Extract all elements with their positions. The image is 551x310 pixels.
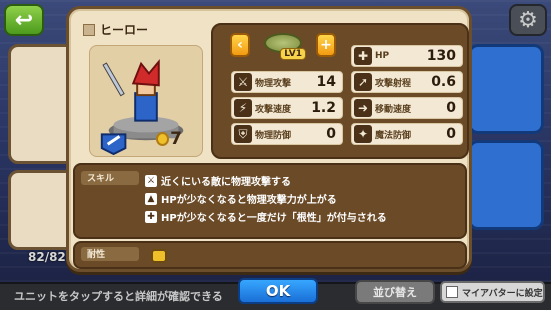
checkbox-icon [446, 286, 458, 298]
skill-sword-icon: ⚔ [145, 174, 157, 187]
level-prev-button[interactable]: ‹ [230, 33, 250, 57]
stat-physical-defense: ⛨ 物理防御 0 [231, 123, 343, 145]
stat-value: 0 [446, 126, 456, 142]
skill-item: ▲ HPが少なくなると物理攻撃力が上がる [145, 191, 337, 206]
settings-button[interactable]: ⚙ [509, 4, 547, 36]
skill-text: HPが少なくなると物理攻撃力が上がる [161, 195, 337, 206]
skill-text: 近くにいる敵に物理攻撃する [161, 177, 291, 188]
skill-text: HPが少なくなると一度だけ「根性」が付与される [161, 213, 387, 224]
unit-name: ヒーロー [100, 23, 149, 37]
myavatar-label: マイアバターに設定 [462, 288, 543, 299]
stat-value: 0.6 [431, 74, 456, 90]
background-side-card [468, 140, 544, 230]
stat-label: 物理攻撃 [255, 78, 292, 89]
skill-up-icon: ▲ [145, 192, 157, 205]
stat-label: 魔法防御 [375, 130, 412, 141]
stat-value: 1.2 [311, 100, 336, 116]
stat-value: 14 [316, 74, 336, 90]
coin-icon [156, 132, 170, 146]
range-icon: ➚ [354, 73, 372, 91]
stat-value: 130 [426, 48, 456, 64]
hp-cross-icon: ✚ [354, 47, 372, 65]
back-arrow-icon: ↩ [14, 7, 34, 33]
speed-icon: ⚡ [234, 99, 252, 117]
sort-button[interactable]: 並び替え [355, 280, 435, 304]
hero-sprite-icon [100, 59, 184, 156]
title-tag-icon [83, 23, 95, 36]
stat-label: 攻撃速度 [255, 104, 292, 115]
level-label: LV1 [280, 48, 306, 60]
trait-panel: 耐性 [73, 241, 467, 269]
level-badge: LV1 [260, 31, 306, 60]
stat-value: 0 [326, 126, 336, 142]
unit-portrait [89, 45, 203, 157]
stat-value: 0 [446, 100, 456, 116]
stat-physical-attack: ⚔ 物理攻撃 14 [231, 71, 343, 93]
rank-badge: 7 [156, 126, 182, 152]
sword-icon: ⚔ [234, 73, 252, 91]
modal-title: ヒーロー [83, 21, 148, 38]
trait-tag: 耐性 [81, 247, 139, 261]
skill-plus-icon: ✚ [145, 210, 157, 223]
move-icon: ➜ [354, 99, 372, 117]
stat-attack-range: ➚ 攻撃射程 0.6 [351, 71, 463, 93]
stat-label: 移動速度 [375, 104, 412, 115]
stat-label: HP [375, 51, 390, 61]
level-next-button[interactable]: + [316, 33, 336, 57]
defense-icon: ⛨ [234, 125, 252, 143]
stat-magic-defense: ✦ 魔法防御 0 [351, 123, 463, 145]
ok-button[interactable]: OK [238, 278, 318, 304]
skill-item: ✚ HPが少なくなると一度だけ「根性」が付与される [145, 209, 387, 224]
stat-attack-speed: ⚡ 攻撃速度 1.2 [231, 97, 343, 119]
unit-detail-modal: ヒーロー 7 ‹ LV1 + ✚ HP 130 ⚔ 物理攻撃 14 ➚ 攻撃射程… [66, 6, 472, 272]
stat-move-speed: ➜ 移動速度 0 [351, 97, 463, 119]
trait-icon [151, 249, 167, 263]
hint-text: ユニットをタップすると詳細が確認できる [14, 290, 223, 303]
level-selector: ‹ LV1 + [230, 31, 336, 60]
stat-label: 攻撃射程 [375, 78, 412, 89]
rank-number: 7 [170, 129, 182, 149]
background-side-card [468, 44, 544, 134]
unit-count: 82/82 [28, 250, 66, 264]
skills-tag: スキル [81, 171, 139, 185]
gear-icon: ⚙ [518, 7, 538, 33]
stat-label: 物理防御 [255, 130, 292, 141]
magic-defense-icon: ✦ [354, 125, 372, 143]
back-button[interactable]: ↩ [4, 4, 44, 36]
set-my-avatar-checkbox[interactable]: マイアバターに設定 [440, 281, 545, 303]
skills-panel: スキル ⚔ 近くにいる敵に物理攻撃する ▲ HPが少なくなると物理攻撃力が上がる… [73, 163, 467, 239]
skill-item: ⚔ 近くにいる敵に物理攻撃する [145, 173, 291, 188]
stat-hp: ✚ HP 130 [351, 45, 463, 67]
